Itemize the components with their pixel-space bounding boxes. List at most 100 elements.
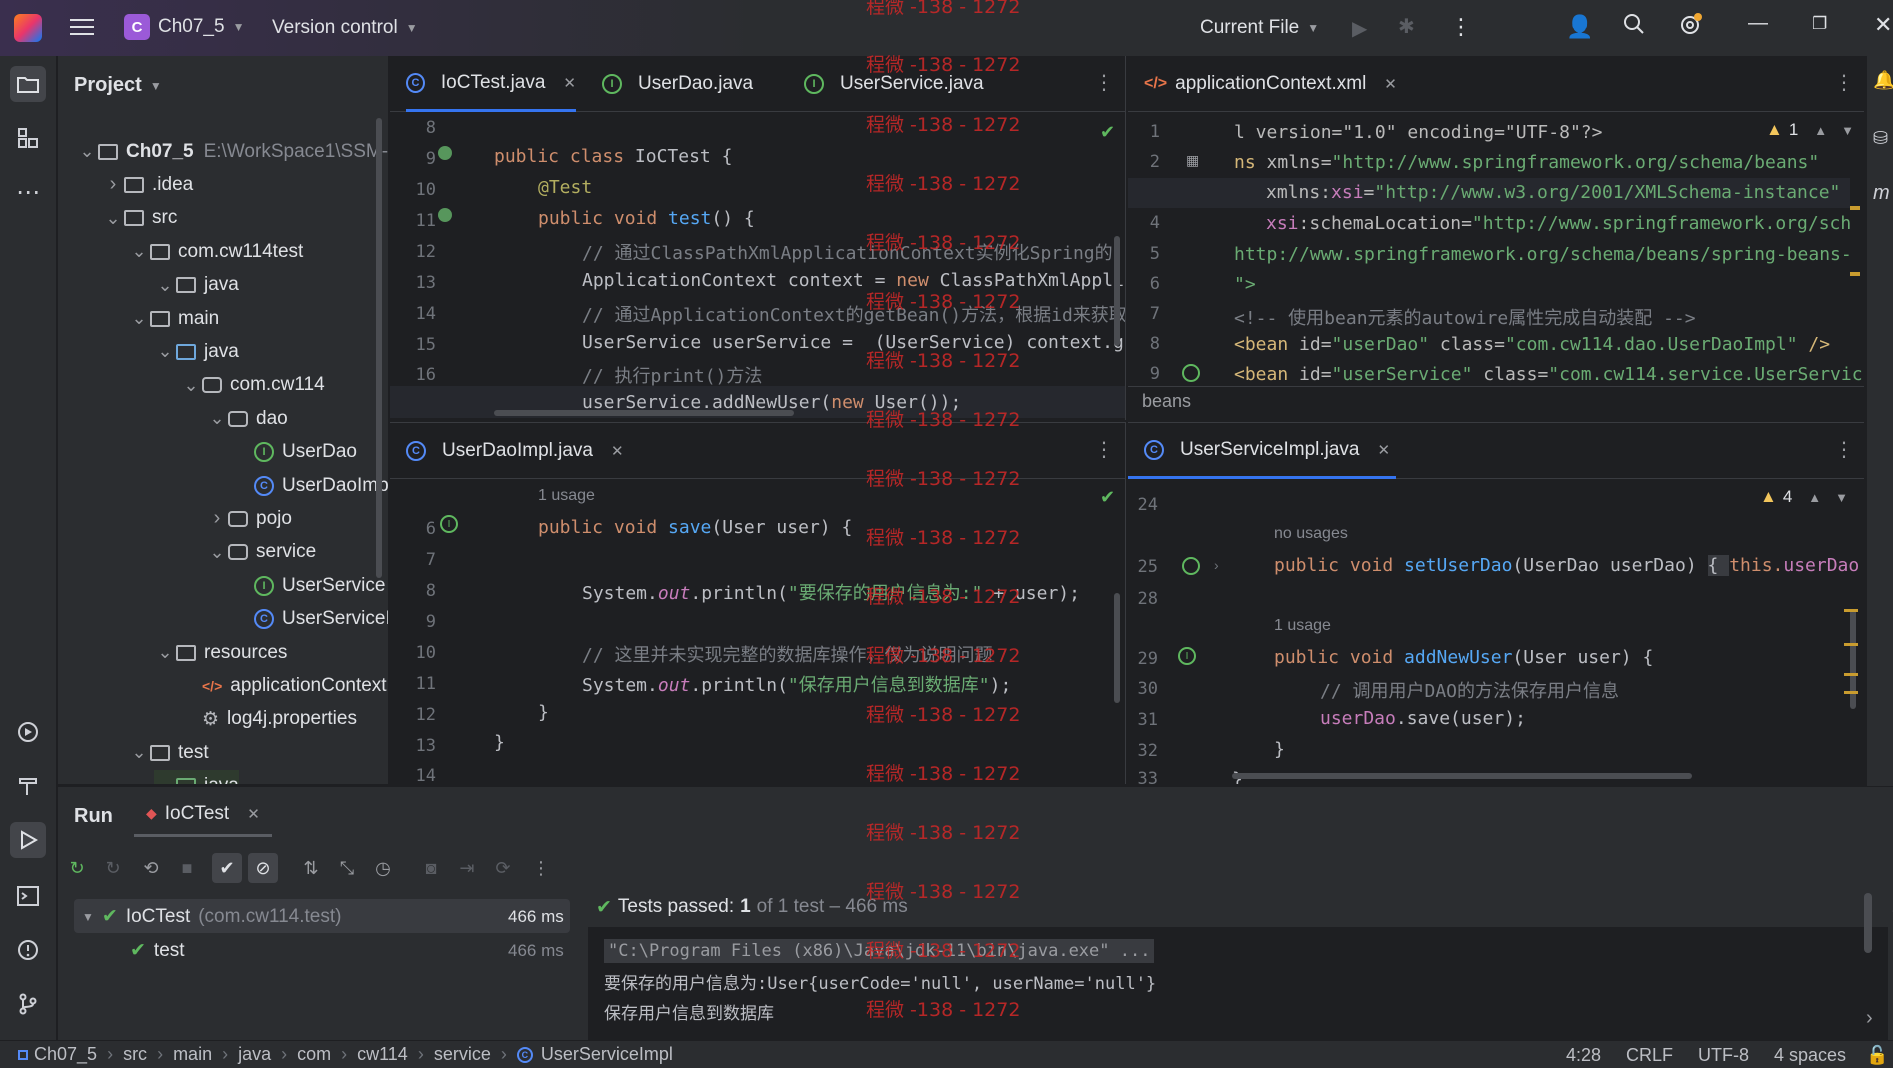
tree-item[interactable]: </> applicationContext.xml	[180, 669, 388, 702]
services-tool-icon[interactable]	[10, 714, 46, 750]
code-line-32[interactable]: }	[1274, 739, 1285, 760]
console-line[interactable]: 保存用户信息到数据库	[604, 999, 774, 1024]
tree-item[interactable]: C UserServiceImpl	[232, 603, 388, 636]
run-gutter-icon[interactable]	[438, 208, 452, 222]
code-line-9[interactable]: public class IoCTest {	[494, 146, 732, 167]
build-tool-icon[interactable]	[10, 768, 46, 804]
test-tree-row-test[interactable]: ✔ test	[130, 939, 185, 962]
sort-icon[interactable]: ⇅	[298, 855, 324, 881]
settings-icon[interactable]	[1677, 12, 1703, 38]
breadcrumb-item[interactable]: com	[297, 1044, 331, 1065]
chevron-down-icon[interactable]: ⌄	[76, 141, 98, 162]
code-line-30[interactable]: // 调用用户DAO的方法保存用户信息	[1320, 677, 1619, 703]
expand-console-icon[interactable]: ›	[1866, 1007, 1873, 1030]
code-line-11[interactable]: System.out.println("保存用户信息到数据库");	[582, 671, 1011, 697]
tree-item[interactable]: ⌄ resources	[154, 636, 287, 669]
caret-position[interactable]: 4:28	[1566, 1045, 1601, 1066]
chevron-down-icon[interactable]: ⌄	[154, 275, 176, 296]
bean-gutter-icon[interactable]	[1182, 557, 1200, 575]
code-line-6[interactable]: public void save(User user) {	[538, 517, 852, 538]
tree-item[interactable]: ⌄ test	[128, 736, 208, 769]
project-selector[interactable]: C Ch07_5 ▼	[124, 14, 244, 40]
warning-stripe[interactable]	[1844, 609, 1858, 612]
usage-hint[interactable]: 1 usage	[538, 487, 595, 505]
code-line-25[interactable]: public void setUserDao(UserDao userDao) …	[1274, 555, 1859, 576]
implements-gutter-icon[interactable]: I	[1178, 647, 1196, 665]
minimize-icon[interactable]: —	[1748, 12, 1768, 35]
chevron-down-icon[interactable]: ⌄	[154, 642, 176, 663]
code-line-12[interactable]: }	[538, 702, 549, 723]
import-icon[interactable]: ⟳	[490, 855, 516, 881]
tree-item[interactable]: I UserDao	[232, 436, 357, 469]
history-icon[interactable]: ◷	[370, 855, 396, 881]
code-line-16[interactable]: // 执行print()方法	[582, 362, 762, 388]
tabs-menu-icon[interactable]: ⋮	[1834, 437, 1854, 462]
search-icon[interactable]	[1622, 12, 1646, 36]
code-line-6[interactable]: ">	[1234, 274, 1256, 295]
usage-hint[interactable]: no usages	[1274, 525, 1348, 543]
project-tool-icon[interactable]	[10, 66, 46, 102]
close-tab-icon[interactable]: ✕	[1378, 441, 1391, 459]
vertical-scrollbar[interactable]	[1850, 609, 1856, 709]
code-line-1[interactable]: l version="1.0" encoding="UTF-8"?>	[1234, 122, 1602, 143]
tree-item[interactable]: ⌄ service	[206, 536, 316, 569]
debug-icon[interactable]: ✱	[1398, 14, 1415, 39]
maven-icon[interactable]: m	[1873, 182, 1890, 205]
usage-hint[interactable]: 1 usage	[1274, 617, 1331, 635]
warnings-indicator[interactable]: ▲ 1 ▲ ▼	[1766, 120, 1854, 140]
collapse-all-icon[interactable]: ⤡	[334, 855, 360, 881]
breadcrumb-item[interactable]: Ch07_5	[18, 1044, 97, 1065]
close-tab-icon[interactable]: ✕	[563, 74, 576, 92]
chevron-down-icon[interactable]: ⌄	[128, 308, 150, 329]
tab-userdao[interactable]: I UserDao.java	[602, 56, 753, 112]
warning-stripe[interactable]	[1844, 673, 1858, 676]
file-encoding[interactable]: UTF-8	[1698, 1045, 1749, 1066]
chevron-down-icon[interactable]: ⌄	[154, 776, 176, 784]
fold-arrow-icon[interactable]: ›	[1214, 557, 1219, 573]
vertical-scrollbar[interactable]	[1114, 236, 1120, 346]
tree-item[interactable]: ⌄ java	[154, 269, 238, 302]
export-icon[interactable]: ⇥	[454, 855, 480, 881]
close-window-icon[interactable]: ✕	[1874, 12, 1892, 38]
chevron-down-icon[interactable]: ▼	[1835, 490, 1848, 505]
chevron-up-icon[interactable]: ▲	[1814, 123, 1827, 138]
breadcrumb-item[interactable]: C UserServiceImpl	[516, 1044, 673, 1065]
tree-item[interactable]: ⌄ src	[102, 202, 177, 235]
tree-item[interactable]: ⌄ com.cw114	[180, 369, 324, 402]
run-icon[interactable]: ▶	[1352, 16, 1367, 41]
code-line-15[interactable]: UserService userService = (UserService) …	[582, 332, 1124, 353]
close-tab-icon[interactable]: ✕	[247, 805, 260, 823]
console-scrollbar[interactable]	[1864, 893, 1872, 953]
chevron-up-icon[interactable]: ▲	[1808, 490, 1821, 505]
code-line-8[interactable]: <bean id="userDao" class="com.cw114.dao.…	[1234, 334, 1830, 355]
rerun-failed-icon[interactable]: ↻	[100, 855, 126, 881]
line-separator[interactable]: CRLF	[1626, 1045, 1673, 1066]
warning-stripe[interactable]	[1850, 206, 1860, 210]
horizontal-scrollbar[interactable]	[1232, 773, 1692, 779]
code-line-3[interactable]: xmlns:xsi="http://www.w3.org/2001/XMLSch…	[1266, 182, 1840, 203]
close-tab-icon[interactable]: ✕	[611, 442, 624, 460]
code-line-13[interactable]: ApplicationContext context = new ClassPa…	[582, 270, 1124, 291]
breadcrumb-item[interactable]: service	[434, 1044, 491, 1065]
chevron-down-icon[interactable]: ⌄	[206, 408, 228, 429]
warning-stripe[interactable]	[1844, 643, 1858, 646]
chevron-down-icon[interactable]: ⌄	[180, 375, 202, 396]
more-actions-icon[interactable]: ⋮	[1450, 14, 1472, 40]
lock-icon[interactable]: 🔓	[1866, 1045, 1888, 1066]
stop-icon[interactable]: ■	[174, 855, 200, 881]
tab-ioctest[interactable]: C IoCTest.java ✕	[406, 56, 576, 112]
rerun-icon[interactable]: ↻	[64, 855, 90, 881]
more-tools-icon[interactable]: ⋯	[10, 174, 46, 210]
version-control-menu[interactable]: Version control ▼	[272, 17, 418, 39]
terminal-tool-icon[interactable]	[10, 878, 46, 914]
code-line-14[interactable]: // 通过ApplicationContext的getBean()方法，根据id…	[582, 301, 1125, 327]
more-options-icon[interactable]: ⋮	[528, 855, 554, 881]
tree-item[interactable]: C UserDaoImpl	[232, 469, 388, 502]
problems-tool-icon[interactable]	[10, 932, 46, 968]
tree-item[interactable]: ⌄ dao	[206, 402, 287, 435]
warning-stripe[interactable]	[1850, 272, 1860, 276]
project-panel-header[interactable]: Project ▼	[74, 74, 162, 97]
toggle-auto-test-icon[interactable]: ⟲	[138, 855, 164, 881]
database-icon[interactable]: ⛁	[1873, 128, 1888, 149]
tabs-menu-icon[interactable]: ⋮	[1834, 70, 1854, 95]
